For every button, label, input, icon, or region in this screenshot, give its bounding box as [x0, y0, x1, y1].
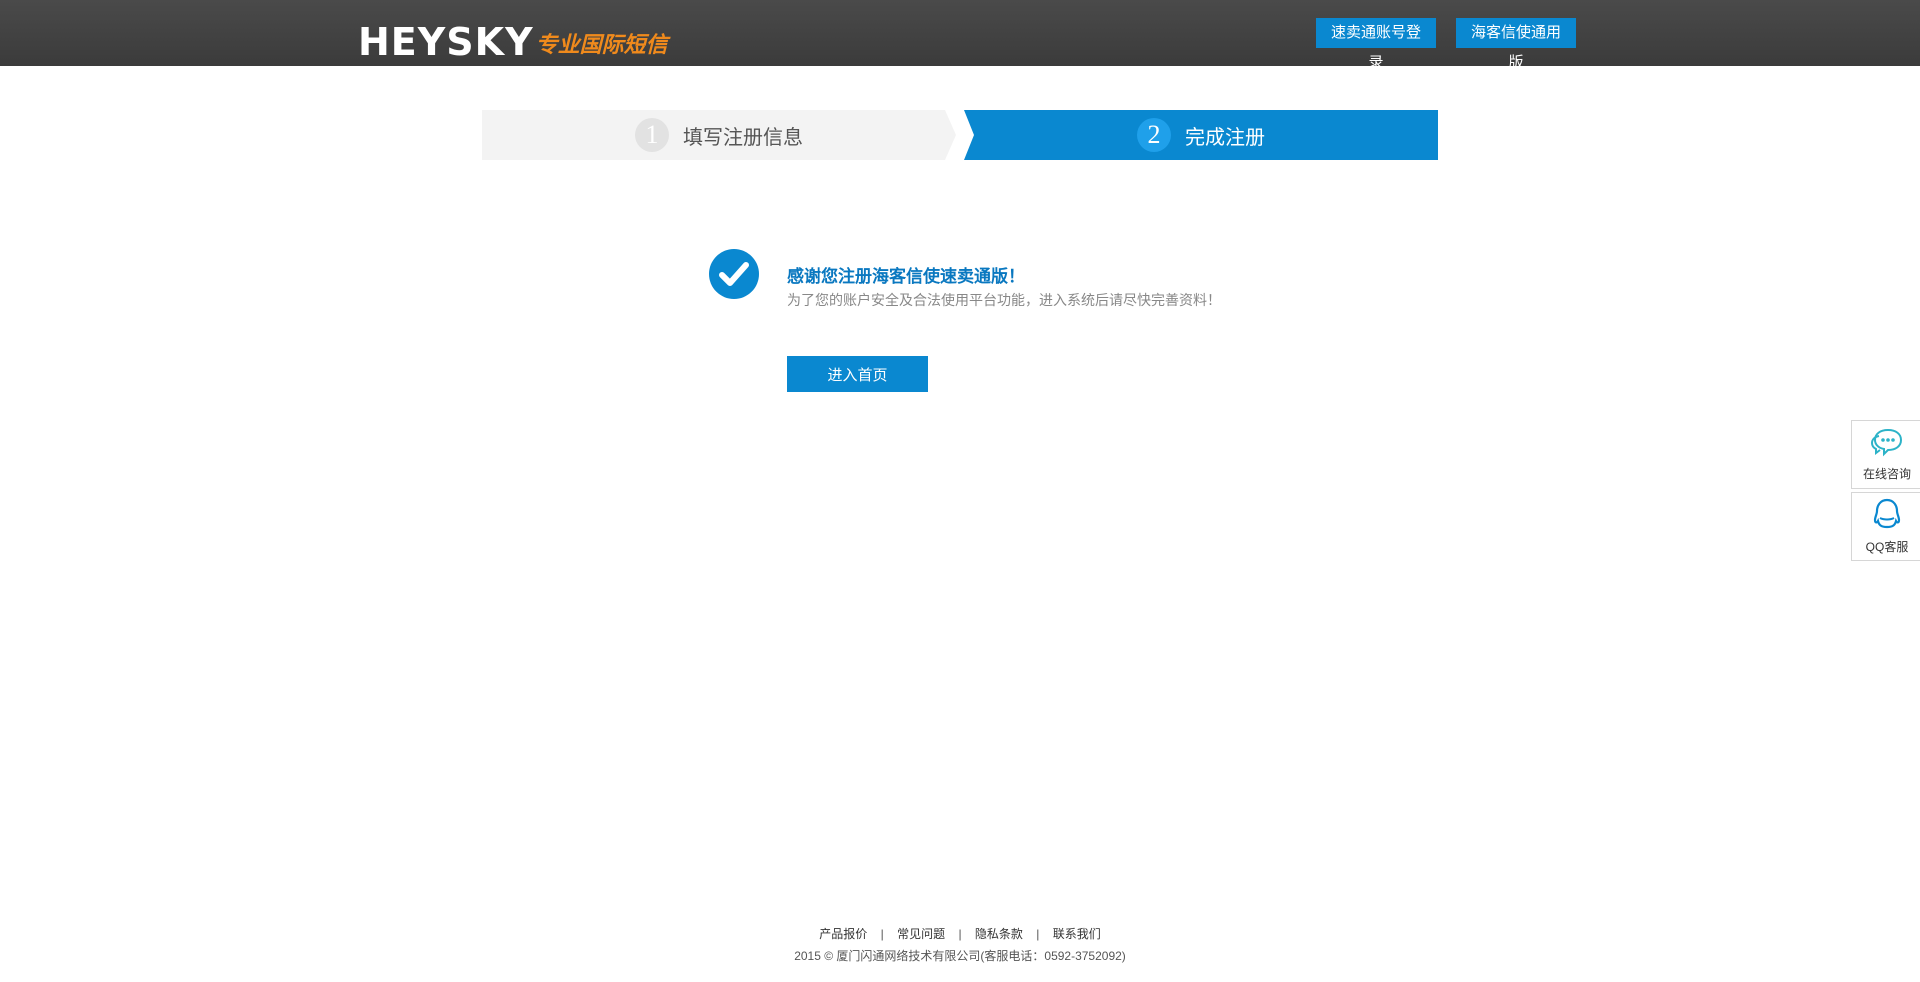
- chat-bubble-icon: [1870, 427, 1904, 462]
- logo[interactable]: HEYSKY 专业国际短信: [358, 20, 668, 64]
- top-header: HEYSKY 专业国际短信 速卖通账号登录 海客信使通用版: [0, 0, 1920, 71]
- step-fill-info: 1 填写注册信息: [482, 110, 956, 160]
- qq-penguin-icon: [1872, 498, 1902, 535]
- footer-separator: |: [958, 927, 962, 941]
- step-number: 1: [635, 118, 669, 152]
- enter-home-button[interactable]: 进入首页: [787, 356, 928, 392]
- qq-service-label: QQ客服: [1865, 540, 1909, 554]
- step-complete: 2 完成注册: [964, 110, 1438, 160]
- footer-link-pricing[interactable]: 产品报价: [819, 927, 867, 941]
- footer-copyright: 2015 © 厦门闪通网络技术有限公司(客服电话：0592-3752092): [794, 949, 1126, 963]
- qq-service-button[interactable]: QQ客服: [1851, 492, 1920, 561]
- logo-text: HEYSKY: [358, 20, 534, 64]
- online-consult-button[interactable]: 在线咨询: [1851, 420, 1920, 489]
- step-number: 2: [1137, 118, 1171, 152]
- footer-links: 产品报价 | 常见问题 | 隐私条款 | 联系我们: [0, 925, 1920, 942]
- general-version-button[interactable]: 海客信使通用版: [1456, 18, 1576, 71]
- online-consult-label: 在线咨询: [1862, 467, 1911, 481]
- success-title: 感谢您注册海客信使速卖通版！: [787, 267, 1025, 286]
- footer-separator: |: [880, 927, 884, 941]
- logo-tagline: 专业国际短信: [535, 32, 668, 58]
- step-label: 完成注册: [1185, 126, 1265, 149]
- footer-separator: |: [1036, 927, 1040, 941]
- success-description: 为了您的账户安全及合法使用平台功能，进入系统后请尽快完善资料！: [787, 292, 1221, 308]
- check-icon: [709, 249, 759, 299]
- footer-link-contact[interactable]: 联系我们: [1053, 927, 1101, 941]
- step-label: 填写注册信息: [683, 126, 803, 149]
- footer-link-faq[interactable]: 常见问题: [897, 927, 945, 941]
- aliexpress-login-button[interactable]: 速卖通账号登录: [1316, 18, 1436, 71]
- footer-link-privacy[interactable]: 隐私条款: [975, 927, 1023, 941]
